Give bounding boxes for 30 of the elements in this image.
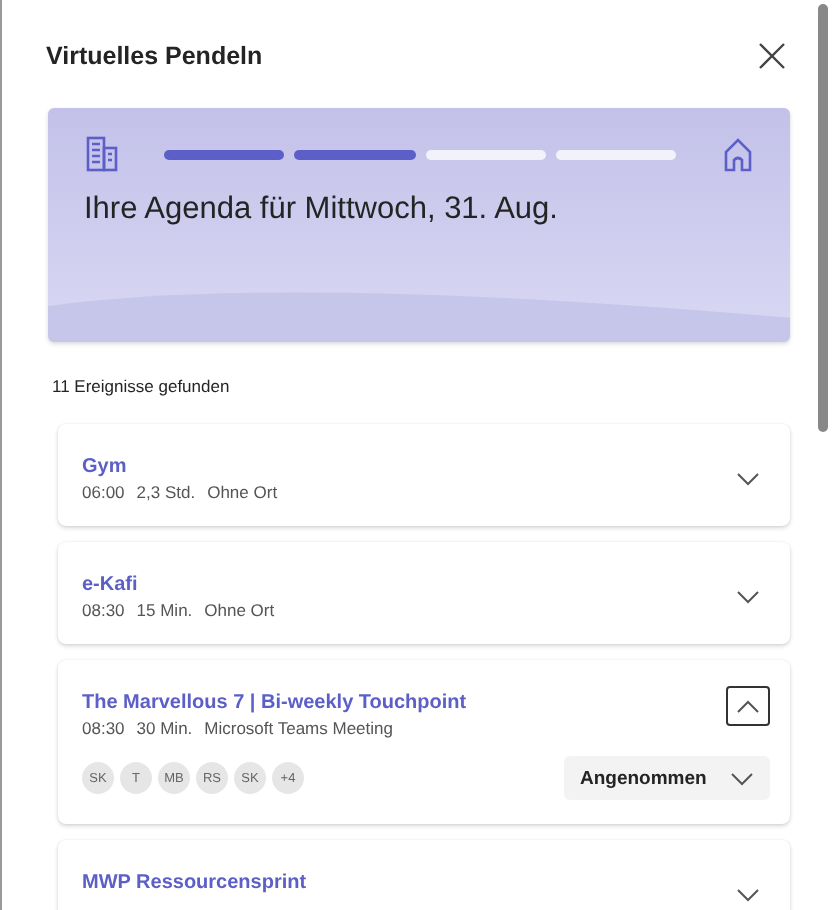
chevron-down-icon [736,887,760,901]
event-time: 06:00 [82,482,125,502]
response-dropdown[interactable]: Angenommen [564,756,770,800]
dialog-title: Virtuelles Pendeln [46,42,263,70]
scrollbar[interactable] [818,4,828,432]
event-location: Ohne Ort [207,482,278,502]
event-card[interactable]: MWP Ressourcensprint [58,840,790,910]
chevron-down-icon [730,771,754,785]
chevron-down-icon [736,589,760,603]
agenda-heading: Ihre Agenda für Mittwoch, 31. Aug. [84,192,560,228]
event-time: 08:30 [82,600,125,620]
event-title[interactable]: The Marvellous 7 | Bi-weekly Touchpoint [82,692,467,714]
event-duration: 15 Min. [136,600,193,620]
event-title[interactable]: Gym [82,456,278,478]
close-icon[interactable] [758,42,786,70]
event-card[interactable]: Gym 06:00 2,3 Std. Ohne Ort [58,424,790,526]
event-location: Ohne Ort [204,600,275,620]
result-count: 11 Ereignisse gefunden [52,376,232,396]
event-time: 08:30 [82,718,125,738]
chevron-down-icon [736,471,760,485]
chevron-up-icon [736,699,760,713]
office-building-icon [84,136,120,172]
event-title[interactable]: e-Kafi [82,574,275,596]
home-icon [720,136,756,172]
event-duration: 30 Min. [136,718,193,738]
event-card[interactable]: e-Kafi 08:30 15 Min. Ohne Ort [58,542,790,644]
event-duration: 2,3 Std. [136,482,196,502]
event-title[interactable]: MWP Ressourcensprint [82,872,307,894]
event-location: Microsoft Teams Meeting [204,718,393,738]
expand-button[interactable] [726,686,770,726]
